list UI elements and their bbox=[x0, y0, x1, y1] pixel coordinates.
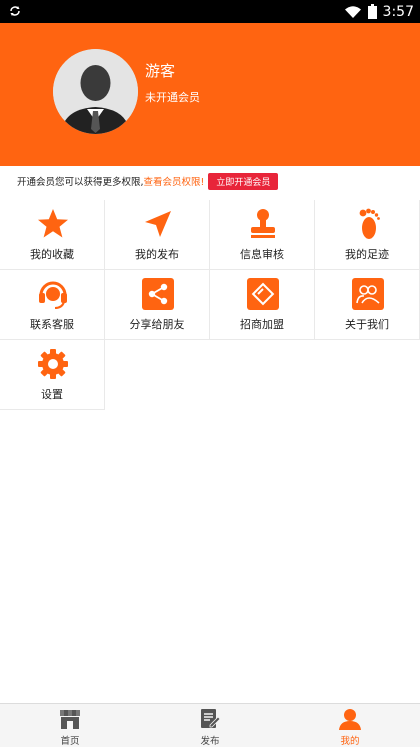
star-icon bbox=[38, 209, 68, 238]
status-bar: 3:57 bbox=[0, 0, 420, 23]
tab-label: 首页 bbox=[60, 736, 80, 747]
menu-item-favorites[interactable]: 我的收藏 bbox=[0, 200, 105, 270]
gear-icon bbox=[38, 349, 68, 379]
tab-publish[interactable]: 发布 bbox=[140, 704, 280, 748]
default-avatar-icon bbox=[53, 49, 138, 134]
send-icon bbox=[145, 211, 171, 237]
battery-icon bbox=[367, 4, 377, 19]
edit-icon bbox=[201, 709, 221, 728]
menu-item-review[interactable]: 信息审核 bbox=[210, 200, 315, 270]
menu-item-share[interactable]: 分享给朋友 bbox=[105, 270, 210, 340]
stamp-icon bbox=[251, 209, 275, 238]
user-icon bbox=[339, 709, 361, 730]
footprint-icon bbox=[359, 208, 380, 239]
menu-item-footprint[interactable]: 我的足迹 bbox=[315, 200, 420, 270]
sync-icon bbox=[10, 6, 20, 16]
store-icon bbox=[60, 710, 80, 729]
clock: 3:57 bbox=[382, 3, 414, 20]
handshake-icon bbox=[247, 278, 279, 310]
menu-item-franchise[interactable]: 招商加盟 bbox=[210, 270, 315, 340]
tab-home[interactable]: 首页 bbox=[0, 704, 140, 748]
tab-label: 发布 bbox=[200, 736, 220, 747]
menu-item-label: 联系客服 bbox=[30, 318, 74, 331]
headset-icon bbox=[39, 281, 67, 309]
menu-item-label: 招商加盟 bbox=[240, 318, 284, 331]
share-icon bbox=[142, 278, 174, 310]
notice-text: 开通会员您可以获得更多权限, bbox=[17, 177, 144, 188]
username: 游客 bbox=[145, 62, 176, 80]
bottom-tab-bar: 首页 发布 我的 bbox=[0, 703, 420, 747]
menu-item-my-posts[interactable]: 我的发布 bbox=[105, 200, 210, 270]
tab-label: 我的 bbox=[340, 736, 360, 747]
tab-mine[interactable]: 我的 bbox=[280, 704, 420, 748]
group-icon bbox=[352, 278, 384, 310]
open-membership-button[interactable]: 立即开通会员 bbox=[208, 172, 279, 190]
menu-item-label: 我的发布 bbox=[135, 248, 179, 261]
view-privileges-link[interactable]: 查看会员权限! bbox=[144, 174, 205, 188]
menu-item-support[interactable]: 联系客服 bbox=[0, 270, 105, 340]
menu-item-about[interactable]: 关于我们 bbox=[315, 270, 420, 340]
membership-status: 未开通会员 bbox=[145, 91, 200, 104]
profile-header: 游客 未开通会员 bbox=[0, 23, 420, 166]
menu-item-label: 信息审核 bbox=[240, 248, 284, 261]
menu-item-settings[interactable]: 设置 bbox=[0, 340, 105, 410]
membership-notice: 开通会员您可以获得更多权限, 查看会员权限! 立即开通会员 bbox=[0, 166, 420, 196]
menu-item-label: 我的收藏 bbox=[30, 248, 74, 261]
wifi-icon bbox=[344, 5, 361, 18]
menu-item-label: 我的足迹 bbox=[345, 248, 389, 261]
menu-item-label: 设置 bbox=[41, 388, 63, 401]
avatar[interactable] bbox=[53, 49, 138, 134]
menu-item-label: 分享给朋友 bbox=[129, 318, 185, 331]
menu-item-label: 关于我们 bbox=[345, 318, 389, 331]
